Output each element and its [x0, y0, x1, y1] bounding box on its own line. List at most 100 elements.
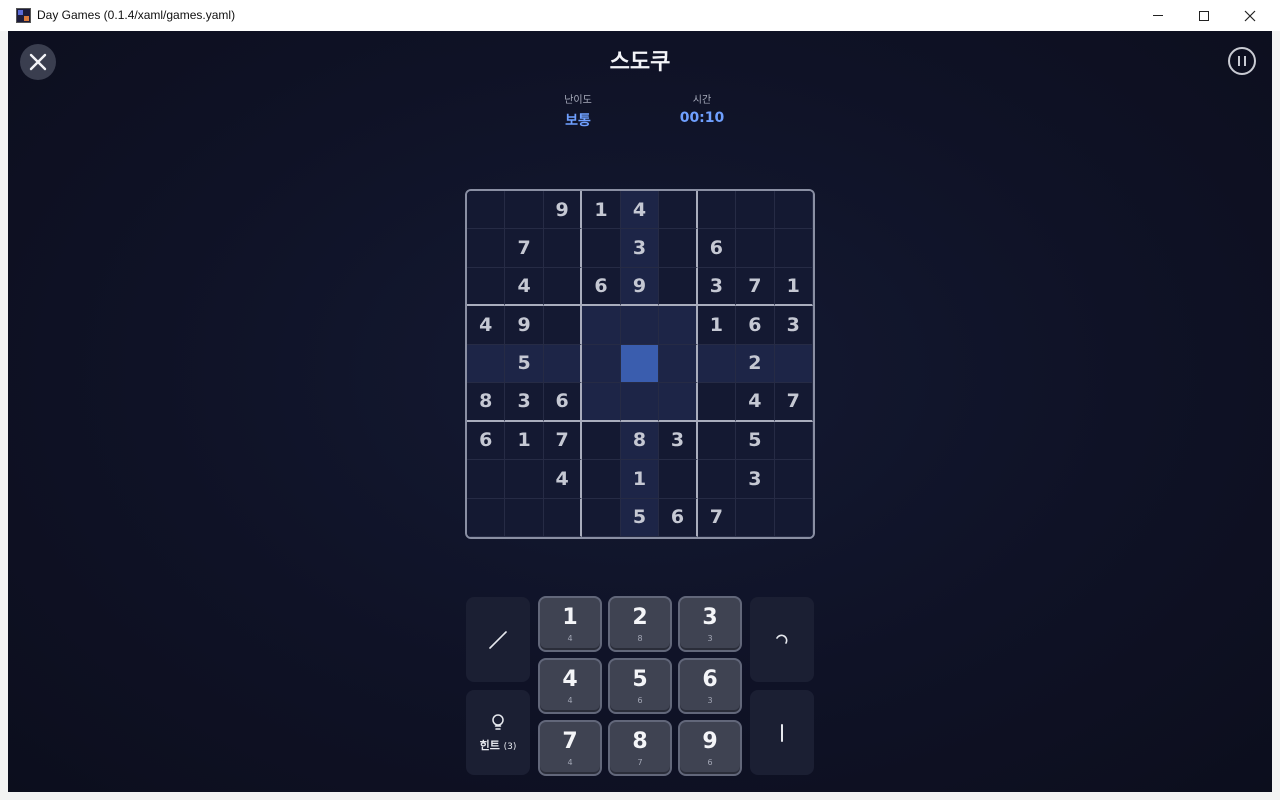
number-key-7[interactable]: 74	[538, 720, 602, 776]
number-key-8[interactable]: 87	[608, 720, 672, 776]
sudoku-cell[interactable]	[774, 460, 813, 499]
sudoku-cell[interactable]: 6	[467, 421, 506, 461]
sudoku-cell[interactable]: 1	[620, 460, 660, 499]
sudoku-cell[interactable]: 5	[620, 498, 660, 537]
sudoku-cell[interactable]	[467, 460, 506, 499]
number-key-4[interactable]: 44	[538, 658, 602, 714]
sudoku-cell[interactable]: 2	[736, 344, 775, 384]
sudoku-cell[interactable]: 6	[582, 267, 621, 307]
sudoku-cell[interactable]: 8	[620, 421, 660, 461]
time-value: 00:10	[679, 110, 725, 126]
sudoku-cell[interactable]: 7	[505, 229, 544, 268]
pause-button[interactable]	[1228, 47, 1256, 75]
sudoku-cell[interactable]	[467, 498, 506, 537]
sudoku-cell[interactable]: 9	[620, 267, 660, 307]
sudoku-cell[interactable]	[697, 421, 737, 461]
sudoku-cell[interactable]	[505, 498, 544, 537]
sudoku-cell[interactable]: 4	[505, 267, 544, 307]
sudoku-cell[interactable]	[467, 344, 506, 384]
sudoku-cell[interactable]	[543, 267, 583, 307]
sudoku-cell[interactable]	[467, 267, 506, 307]
sudoku-cell[interactable]: 9	[505, 306, 544, 345]
sudoku-cell[interactable]	[582, 498, 621, 537]
sudoku-cell[interactable]	[467, 229, 506, 268]
sudoku-cell[interactable]	[774, 498, 813, 537]
sudoku-cell[interactable]: 3	[697, 267, 737, 307]
sudoku-cell[interactable]: 4	[543, 460, 583, 499]
sudoku-cell[interactable]	[697, 383, 737, 422]
sudoku-cell[interactable]	[659, 460, 698, 499]
number-key-digit: 6	[702, 666, 718, 692]
sudoku-cell[interactable]	[505, 191, 544, 230]
sudoku-cell[interactable]: 3	[774, 306, 813, 345]
sudoku-cell[interactable]	[582, 383, 621, 422]
sudoku-cell[interactable]	[774, 421, 813, 461]
number-key-6[interactable]: 63	[678, 658, 742, 714]
sudoku-cell[interactable]	[582, 306, 621, 345]
sudoku-cell[interactable]	[467, 191, 506, 230]
sudoku-cell[interactable]	[736, 229, 775, 268]
sudoku-cell[interactable]	[582, 229, 621, 268]
sudoku-cell[interactable]	[774, 229, 813, 268]
sudoku-cell[interactable]: 5	[505, 344, 544, 384]
sudoku-cell[interactable]	[736, 498, 775, 537]
number-key-9[interactable]: 96	[678, 720, 742, 776]
sudoku-cell[interactable]	[659, 229, 698, 268]
sudoku-cell[interactable]	[697, 460, 737, 499]
hint-button[interactable]: 힌트 (3)	[466, 690, 530, 775]
sudoku-cell[interactable]: 3	[736, 460, 775, 499]
maximize-button[interactable]	[1181, 0, 1227, 31]
sudoku-cell[interactable]: 1	[697, 306, 737, 345]
sudoku-cell[interactable]: 7	[697, 498, 737, 537]
sudoku-cell[interactable]: 4	[620, 191, 660, 230]
sudoku-cell[interactable]: 3	[620, 229, 660, 268]
sudoku-cell[interactable]	[659, 267, 698, 307]
undo-button[interactable]	[750, 597, 814, 682]
sudoku-cell[interactable]	[582, 344, 621, 384]
sudoku-cell[interactable]	[543, 306, 583, 345]
sudoku-cell[interactable]: 9	[543, 191, 583, 230]
sudoku-cell[interactable]	[774, 344, 813, 384]
sudoku-cell[interactable]: 1	[582, 191, 621, 230]
sudoku-cell[interactable]: 7	[543, 421, 583, 461]
sudoku-cell[interactable]	[543, 344, 583, 384]
sudoku-cell[interactable]: 6	[736, 306, 775, 345]
sudoku-cell[interactable]: 6	[659, 498, 698, 537]
number-key-3[interactable]: 33	[678, 596, 742, 652]
sudoku-cell[interactable]	[659, 191, 698, 230]
sudoku-cell[interactable]	[620, 383, 660, 422]
sudoku-cell[interactable]	[543, 498, 583, 537]
sudoku-cell[interactable]	[697, 344, 737, 384]
sudoku-cell[interactable]: 5	[736, 421, 775, 461]
window-close-button[interactable]	[1227, 0, 1273, 31]
sudoku-cell[interactable]: 4	[467, 306, 506, 345]
sudoku-cell[interactable]	[582, 421, 621, 461]
number-key-5[interactable]: 56	[608, 658, 672, 714]
pencil-mode-button[interactable]	[466, 597, 530, 682]
sudoku-cell[interactable]	[543, 229, 583, 268]
number-key-1[interactable]: 14	[538, 596, 602, 652]
sudoku-cell[interactable]: 1	[505, 421, 544, 461]
sudoku-cell[interactable]	[505, 460, 544, 499]
sudoku-cell[interactable]	[736, 191, 775, 230]
sudoku-cell[interactable]	[620, 344, 660, 384]
sudoku-cell[interactable]	[697, 191, 737, 230]
sudoku-cell[interactable]: 7	[774, 383, 813, 422]
sudoku-cell[interactable]	[659, 383, 698, 422]
sudoku-cell[interactable]: 8	[467, 383, 506, 422]
sudoku-cell[interactable]	[620, 306, 660, 345]
sudoku-cell[interactable]: 1	[774, 267, 813, 307]
number-key-2[interactable]: 28	[608, 596, 672, 652]
sudoku-cell[interactable]: 3	[505, 383, 544, 422]
sudoku-cell[interactable]	[659, 344, 698, 384]
minimize-button[interactable]	[1135, 0, 1181, 31]
sudoku-cell[interactable]: 4	[736, 383, 775, 422]
sudoku-cell[interactable]	[774, 191, 813, 230]
sudoku-cell[interactable]: 6	[543, 383, 583, 422]
erase-button[interactable]	[750, 690, 814, 775]
sudoku-cell[interactable]	[659, 306, 698, 345]
sudoku-cell[interactable]: 3	[659, 421, 698, 461]
sudoku-cell[interactable]	[582, 460, 621, 499]
sudoku-cell[interactable]: 7	[736, 267, 775, 307]
sudoku-cell[interactable]: 6	[697, 229, 737, 268]
